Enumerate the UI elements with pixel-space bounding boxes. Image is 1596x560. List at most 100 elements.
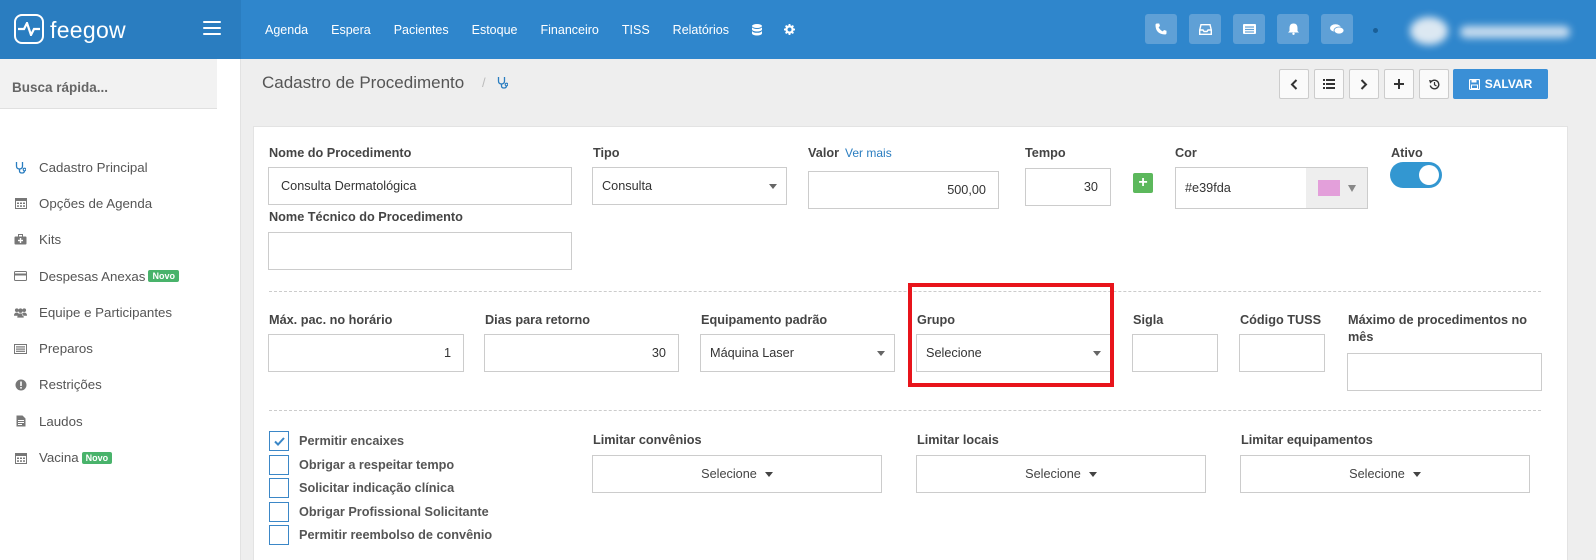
chat-button[interactable]: [1321, 14, 1353, 44]
previous-button[interactable]: [1279, 69, 1309, 99]
tempo-input[interactable]: 30: [1025, 168, 1111, 206]
calendar-icon: [14, 451, 27, 464]
stethoscope-icon: [14, 161, 27, 174]
equipamento-select-value: Máquina Laser: [710, 346, 794, 360]
user-avatar[interactable]: [1410, 17, 1448, 45]
dropdown-value: Selecione: [1349, 467, 1405, 481]
nav-espera[interactable]: Espera: [331, 23, 371, 37]
brand-name[interactable]: feegow: [50, 17, 126, 44]
checkbox-label: Permitir reembolso de convênio: [299, 528, 493, 542]
equipamento-select[interactable]: Máquina Laser: [700, 334, 895, 372]
bell-icon: [1287, 23, 1299, 35]
section-divider: [269, 410, 1541, 411]
file-icon: [14, 415, 27, 428]
obrigar-profissional-checkbox[interactable]: Obrigar Profissional Solicitante: [269, 501, 489, 523]
add-button[interactable]: [1384, 69, 1414, 99]
color-picker-button[interactable]: [1306, 167, 1368, 209]
notifications-button[interactable]: [1277, 14, 1309, 44]
limitar-convenios-dropdown[interactable]: Selecione: [592, 455, 882, 493]
phone-button[interactable]: [1145, 14, 1177, 44]
max-proc-label: Máximo de procedimentos no mês: [1348, 313, 1528, 344]
sigla-label: Sigla: [1133, 313, 1164, 327]
solicitar-indicacao-checkbox[interactable]: Solicitar indicação clínica: [269, 477, 454, 499]
permitir-reembolso-checkbox[interactable]: Permitir reembolso de convênio: [269, 524, 492, 546]
menu-toggle-icon[interactable]: [203, 21, 221, 35]
sidebar-item-cadastro-principal[interactable]: Cadastro Principal: [0, 149, 241, 185]
checkbox[interactable]: [269, 525, 289, 545]
inbox-button[interactable]: [1189, 14, 1221, 44]
history-button[interactable]: [1419, 69, 1449, 99]
sidebar-item-kits[interactable]: Kits: [0, 222, 241, 258]
history-icon: [1428, 79, 1439, 89]
sidebar-item-preparos[interactable]: Preparos: [0, 330, 241, 366]
procedure-form: Nome do Procedimento Consulta Dermatológ…: [253, 126, 1568, 560]
nav-financeiro[interactable]: Financeiro: [541, 23, 599, 37]
feegow-logo-icon[interactable]: [14, 14, 44, 44]
cor-label: Cor: [1175, 146, 1197, 160]
section-divider: [269, 291, 1541, 292]
sidebar-item-laudos[interactable]: Laudos: [0, 403, 241, 439]
tipo-select[interactable]: Consulta: [592, 167, 787, 205]
nome-procedimento-input[interactable]: Consulta Dermatológica: [268, 167, 572, 205]
permitir-encaixes-checkbox[interactable]: Permitir encaixes: [269, 430, 404, 452]
sidebar-item-opcoes-agenda[interactable]: Opções de Agenda: [0, 185, 241, 221]
limitar-equipamentos-dropdown[interactable]: Selecione: [1240, 455, 1530, 493]
stethoscope-icon: [497, 76, 509, 92]
list-icon: [1242, 24, 1256, 34]
status-indicator: [1373, 28, 1378, 33]
max-pac-label: Máx. pac. no horário: [269, 313, 393, 327]
sidebar-item-restricoes[interactable]: Restrições: [0, 367, 241, 403]
gear-icon[interactable]: [783, 24, 795, 35]
limitar-convenios-label: Limitar convênios: [593, 433, 702, 447]
checkbox[interactable]: [269, 455, 289, 475]
highlight-box: [908, 283, 1114, 387]
sidebar-item-despesas-anexas[interactable]: Despesas Anexas Novo: [0, 258, 241, 294]
cor-input[interactable]: #e39fda: [1175, 167, 1307, 209]
list-button[interactable]: [1233, 14, 1265, 44]
top-navbar: feegow Agenda Espera Pacientes Estoque F…: [0, 0, 1596, 59]
codigo-tuss-input[interactable]: [1239, 334, 1325, 372]
quick-search[interactable]: Busca rápida...: [0, 59, 217, 109]
valor-label-text: Valor: [808, 146, 840, 160]
chevron-down-icon: [877, 351, 885, 356]
limitar-locais-dropdown[interactable]: Selecione: [916, 455, 1206, 493]
equipamento-label: Equipamento padrão: [701, 313, 828, 327]
user-name[interactable]: [1460, 26, 1570, 38]
dias-retorno-input[interactable]: 30: [484, 334, 679, 372]
nome-label: Nome do Procedimento: [269, 146, 412, 160]
checkbox[interactable]: [269, 478, 289, 498]
sidebar-item-label: Laudos: [39, 413, 83, 429]
nav-estoque[interactable]: Estoque: [472, 23, 518, 37]
ativo-toggle[interactable]: [1390, 162, 1442, 188]
caret-down-icon: [1088, 471, 1097, 477]
checkbox[interactable]: [269, 431, 289, 451]
save-button[interactable]: SALVAR: [1453, 69, 1548, 99]
nome-tecnico-input[interactable]: [268, 232, 572, 270]
obrigar-respeitar-tempo-checkbox[interactable]: Obrigar a respeitar tempo: [269, 454, 454, 476]
next-button[interactable]: [1349, 69, 1379, 99]
sidebar-item-vacina[interactable]: Vacina Novo: [0, 439, 241, 475]
ver-mais-link[interactable]: Ver mais: [845, 146, 892, 160]
dropdown-value: Selecione: [701, 467, 757, 481]
nav-agenda[interactable]: Agenda: [265, 23, 308, 37]
checkbox[interactable]: [269, 502, 289, 522]
sidebar-item-equipe[interactable]: Equipe e Participantes: [0, 294, 241, 330]
database-icon[interactable]: [751, 23, 762, 36]
nav-relatorios[interactable]: Relatórios: [673, 23, 729, 37]
max-pac-input[interactable]: 1: [268, 334, 464, 372]
brand-area: feegow: [0, 0, 241, 59]
nav-pacientes[interactable]: Pacientes: [394, 23, 449, 37]
checkbox-label: Permitir encaixes: [299, 434, 405, 448]
nav-tiss[interactable]: TISS: [622, 23, 650, 37]
valor-input[interactable]: 500,00: [808, 171, 999, 209]
list-alt-icon: [14, 342, 27, 355]
chevron-left-icon: [1290, 78, 1298, 90]
list-view-button[interactable]: [1314, 69, 1344, 99]
sidebar-item-label: Preparos: [39, 341, 93, 357]
sigla-input[interactable]: [1132, 334, 1218, 372]
dropdown-value: Selecione: [1025, 467, 1081, 481]
max-proc-input[interactable]: [1347, 353, 1542, 391]
sidebar-item-label: Vacina: [39, 450, 79, 466]
main-nav: Agenda Espera Pacientes Estoque Financei…: [265, 0, 817, 59]
add-tempo-button[interactable]: +: [1133, 173, 1153, 193]
